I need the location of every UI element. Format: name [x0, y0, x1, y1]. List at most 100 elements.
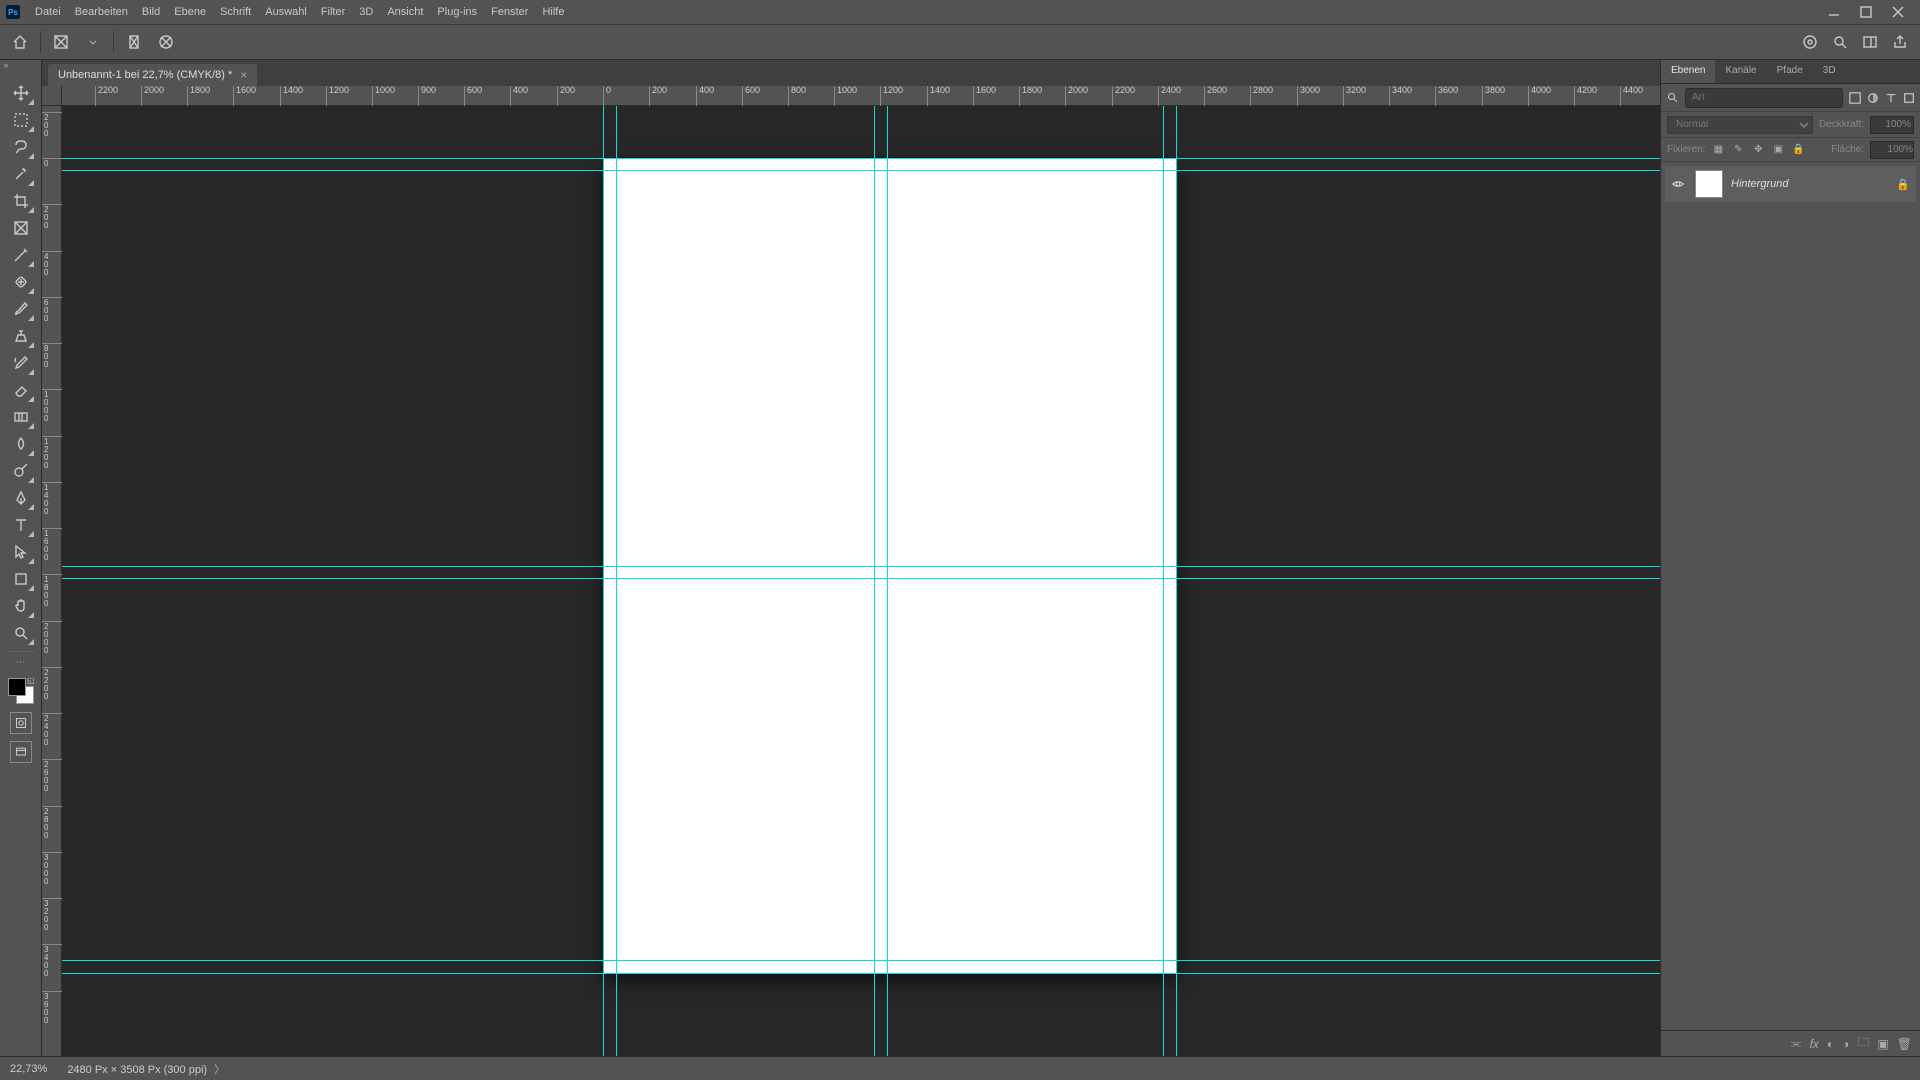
visibility-toggle-icon[interactable] — [1671, 177, 1687, 191]
lock-all-icon[interactable]: 🔒 — [1791, 144, 1805, 155]
menu-auswahl[interactable]: Auswahl — [258, 2, 314, 22]
menu-hilfe[interactable]: Hilfe — [535, 2, 571, 22]
panel-tab-ebenen[interactable]: Ebenen — [1661, 60, 1715, 83]
brush-tool[interactable] — [7, 296, 35, 322]
guide-vertical[interactable] — [616, 106, 617, 1056]
new-layer-icon[interactable]: ▣ — [1877, 1037, 1888, 1051]
share-icon[interactable] — [1888, 30, 1912, 54]
minimize-button[interactable] — [1818, 0, 1850, 24]
crop-tool[interactable] — [7, 188, 35, 214]
frame-vertical-icon[interactable] — [122, 30, 146, 54]
home-button[interactable] — [8, 30, 32, 54]
filter-pixel-icon[interactable] — [1849, 90, 1861, 106]
filter-type-icon[interactable] — [1885, 90, 1897, 106]
edit-toolbar-icon[interactable]: ⋯ — [16, 657, 26, 668]
adjustment-layer-icon[interactable]: ◑ — [1842, 1037, 1849, 1051]
frame-orientation-dropdown[interactable] — [81, 30, 105, 54]
cloud-docs-icon[interactable] — [1798, 30, 1822, 54]
frame-tool[interactable] — [7, 215, 35, 241]
menu-datei[interactable]: Datei — [28, 2, 68, 22]
move-tool[interactable] — [7, 80, 35, 106]
blend-mode-select[interactable]: Normal — [1667, 116, 1813, 134]
guide-horizontal[interactable] — [62, 566, 1660, 567]
pen-tool[interactable] — [7, 485, 35, 511]
eraser-tool[interactable] — [7, 377, 35, 403]
search-icon[interactable] — [1667, 92, 1679, 104]
panel-tab-3d[interactable]: 3D — [1813, 60, 1846, 83]
menu-ebene[interactable]: Ebene — [167, 2, 213, 22]
menu-3d[interactable]: 3D — [352, 2, 380, 22]
doc-info[interactable]: 2480 Px × 3508 Px (300 ppi) — [67, 1064, 207, 1076]
guide-horizontal[interactable] — [62, 960, 1660, 961]
search-icon[interactable] — [1828, 30, 1852, 54]
lock-transparency-icon[interactable]: ▦ — [1711, 144, 1725, 155]
layer-filter-input[interactable] — [1685, 88, 1843, 108]
layer-mask-icon[interactable]: ◐ — [1827, 1037, 1834, 1051]
layer-fx-icon[interactable]: fx — [1810, 1037, 1819, 1051]
maximize-button[interactable] — [1850, 0, 1882, 24]
hand-tool[interactable] — [7, 593, 35, 619]
link-layers-icon[interactable]: ⫘ — [1791, 1036, 1802, 1051]
magic-wand-tool[interactable] — [7, 161, 35, 187]
filter-shape-icon[interactable] — [1903, 90, 1915, 106]
menu-bearbeiten[interactable]: Bearbeiten — [68, 2, 135, 22]
frame-circle-icon[interactable] — [154, 30, 178, 54]
group-icon[interactable]: 🗀 — [1857, 1033, 1869, 1054]
lock-artboard-icon[interactable]: ▣ — [1771, 144, 1785, 155]
panel-tab-pfade[interactable]: Pfade — [1767, 60, 1813, 83]
filter-adjustment-icon[interactable] — [1867, 90, 1879, 106]
status-menu-icon[interactable]: 〉 — [214, 1064, 225, 1076]
path-selection-tool[interactable] — [7, 539, 35, 565]
lock-pixels-icon[interactable]: ✎ — [1731, 144, 1745, 155]
layer-name[interactable]: Hintergrund — [1731, 178, 1888, 190]
lock-icon[interactable]: 🔒 — [1896, 178, 1910, 191]
guide-horizontal[interactable] — [62, 578, 1660, 579]
menu-bild[interactable]: Bild — [135, 2, 167, 22]
eyedropper-tool[interactable] — [7, 242, 35, 268]
guide-horizontal[interactable] — [62, 973, 1660, 974]
opacity-input[interactable] — [1870, 116, 1914, 134]
guide-vertical[interactable] — [603, 106, 604, 1056]
clone-stamp-tool[interactable] — [7, 323, 35, 349]
guide-horizontal[interactable] — [62, 170, 1660, 171]
lock-position-icon[interactable]: ✥ — [1751, 144, 1765, 155]
lasso-tool[interactable] — [7, 134, 35, 160]
zoom-tool[interactable] — [7, 620, 35, 646]
zoom-level[interactable]: 22,73% — [10, 1063, 47, 1075]
history-brush-tool[interactable] — [7, 350, 35, 376]
guide-horizontal[interactable] — [62, 158, 1660, 159]
ruler-vertical[interactable]: 2000200400600800100012001400160018002000… — [42, 106, 62, 1056]
default-colors-icon[interactable]: ◱ — [27, 676, 35, 685]
color-swatches[interactable]: ◱ — [7, 677, 35, 705]
layer-thumbnail[interactable] — [1695, 170, 1723, 198]
gradient-tool[interactable] — [7, 404, 35, 430]
frame-tool-icon[interactable] — [49, 30, 73, 54]
menu-schrift[interactable]: Schrift — [213, 2, 258, 22]
panel-tab-kanäle[interactable]: Kanäle — [1715, 60, 1766, 83]
close-tab-icon[interactable]: × — [240, 68, 247, 82]
canvas-viewport[interactable] — [62, 106, 1660, 1056]
delete-layer-icon[interactable]: 🗑 — [1897, 1037, 1912, 1051]
quick-mask-button[interactable] — [10, 712, 32, 734]
guide-vertical[interactable] — [1176, 106, 1177, 1056]
toolbar-expand-icon[interactable]: » — [0, 60, 12, 72]
menu-fenster[interactable]: Fenster — [484, 2, 535, 22]
screen-mode-button[interactable] — [10, 741, 32, 763]
shape-tool[interactable] — [7, 566, 35, 592]
healing-brush-tool[interactable] — [7, 269, 35, 295]
type-tool[interactable] — [7, 512, 35, 538]
guide-vertical[interactable] — [887, 106, 888, 1056]
fill-input[interactable] — [1870, 141, 1914, 159]
menu-ansicht[interactable]: Ansicht — [380, 2, 430, 22]
menu-filter[interactable]: Filter — [314, 2, 352, 22]
marquee-tool[interactable] — [7, 107, 35, 133]
guide-vertical[interactable] — [1163, 106, 1164, 1056]
workspace-icon[interactable] — [1858, 30, 1882, 54]
layer-row[interactable]: Hintergrund 🔒 — [1665, 166, 1916, 202]
foreground-color[interactable] — [8, 678, 26, 696]
document-tab[interactable]: Unbenannt-1 bei 22,7% (CMYK/8) * × — [48, 64, 257, 86]
close-button[interactable] — [1882, 0, 1914, 24]
dodge-tool[interactable] — [7, 458, 35, 484]
menu-plug-ins[interactable]: Plug-ins — [430, 2, 484, 22]
blur-tool[interactable] — [7, 431, 35, 457]
